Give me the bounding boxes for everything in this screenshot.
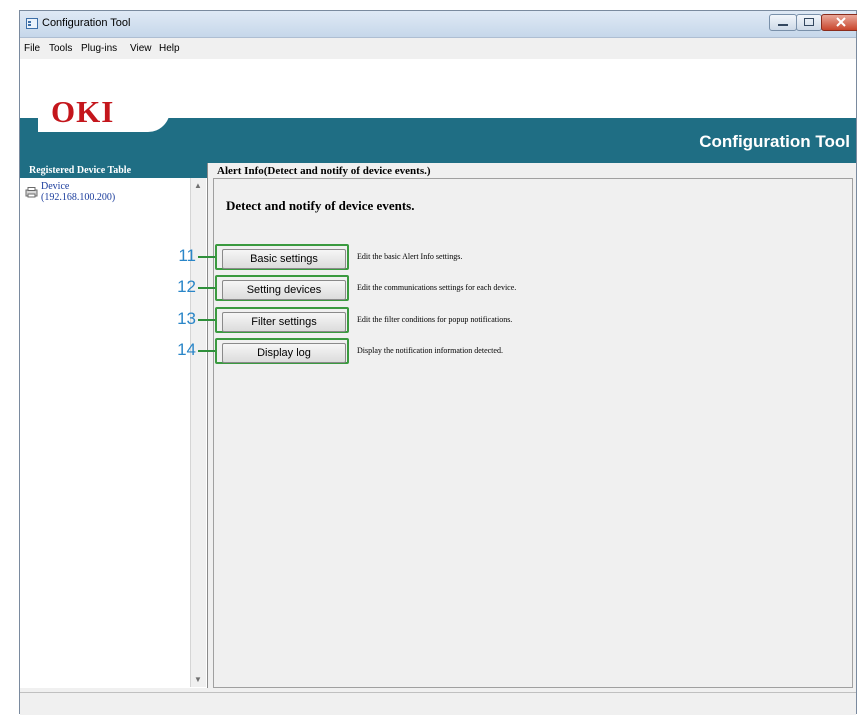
menu-file[interactable]: File bbox=[24, 43, 40, 54]
logo-text: OKI bbox=[51, 94, 115, 129]
title-bar: Configuration Tool bbox=[20, 11, 857, 38]
highlight-box: Display log bbox=[215, 338, 349, 364]
oki-logo: OKI bbox=[38, 90, 170, 132]
minimize-button[interactable] bbox=[769, 14, 797, 31]
menu-plugins[interactable]: Plug-ins bbox=[81, 43, 117, 54]
callout-line bbox=[198, 287, 215, 289]
banner-title: Configuration Tool bbox=[699, 132, 850, 151]
menu-tools[interactable]: Tools bbox=[49, 43, 72, 54]
window-title: Configuration Tool bbox=[42, 17, 131, 29]
callout-line bbox=[198, 350, 215, 352]
device-table-panel: Registered Device Table Device (192.168.… bbox=[20, 163, 208, 688]
device-name[interactable]: Device bbox=[41, 181, 69, 192]
maximize-button[interactable] bbox=[796, 14, 822, 31]
highlight-box: Setting devices bbox=[215, 275, 349, 301]
alert-info-content: Detect and notify of device events. 11 B… bbox=[177, 178, 853, 688]
basic-settings-button[interactable]: Basic settings bbox=[222, 249, 346, 269]
close-icon bbox=[836, 17, 846, 27]
scroll-up-icon[interactable]: ▲ bbox=[194, 181, 202, 190]
printer-icon bbox=[25, 187, 38, 198]
menu-bar: File Tools Plug-ins View Help bbox=[20, 38, 856, 58]
menu-view[interactable]: View bbox=[130, 43, 152, 54]
highlight-box: Filter settings bbox=[215, 307, 349, 333]
callout-line bbox=[198, 256, 215, 258]
scroll-down-icon[interactable]: ▼ bbox=[194, 675, 202, 684]
device-ip[interactable]: (192.168.100.200) bbox=[41, 192, 115, 203]
callout-number: 13 bbox=[177, 309, 196, 328]
menu-help[interactable]: Help bbox=[159, 43, 180, 54]
highlight-box: Basic settings bbox=[215, 244, 349, 270]
header-banner: OKI Configuration Tool bbox=[20, 59, 856, 163]
filter-settings-button[interactable]: Filter settings bbox=[222, 312, 346, 332]
action-description: Display the notification information det… bbox=[357, 346, 503, 355]
status-bar bbox=[20, 692, 856, 715]
setting-devices-button[interactable]: Setting devices bbox=[222, 280, 346, 300]
panel-title: Alert Info(Detect and notify of device e… bbox=[217, 165, 431, 177]
content-heading: Detect and notify of device events. bbox=[226, 198, 415, 213]
action-description: Edit the communications settings for eac… bbox=[357, 283, 517, 292]
action-description: Edit the basic Alert Info settings. bbox=[357, 252, 463, 261]
alert-info-panel: Alert Info(Detect and notify of device e… bbox=[177, 163, 856, 688]
app-window-icon bbox=[26, 18, 38, 29]
display-log-button[interactable]: Display log bbox=[222, 343, 346, 363]
callout-line bbox=[198, 319, 215, 321]
app-window: Configuration Tool File Tools Plug-ins V… bbox=[19, 10, 857, 715]
maximize-icon bbox=[804, 18, 814, 26]
callout-number: 11 bbox=[178, 246, 196, 265]
callout-number: 12 bbox=[177, 277, 196, 296]
device-table-header: Registered Device Table bbox=[20, 163, 207, 178]
action-description: Edit the filter conditions for popup not… bbox=[357, 315, 513, 324]
minimize-icon bbox=[778, 24, 788, 26]
close-button[interactable] bbox=[821, 14, 857, 31]
callout-number: 14 bbox=[177, 340, 196, 359]
